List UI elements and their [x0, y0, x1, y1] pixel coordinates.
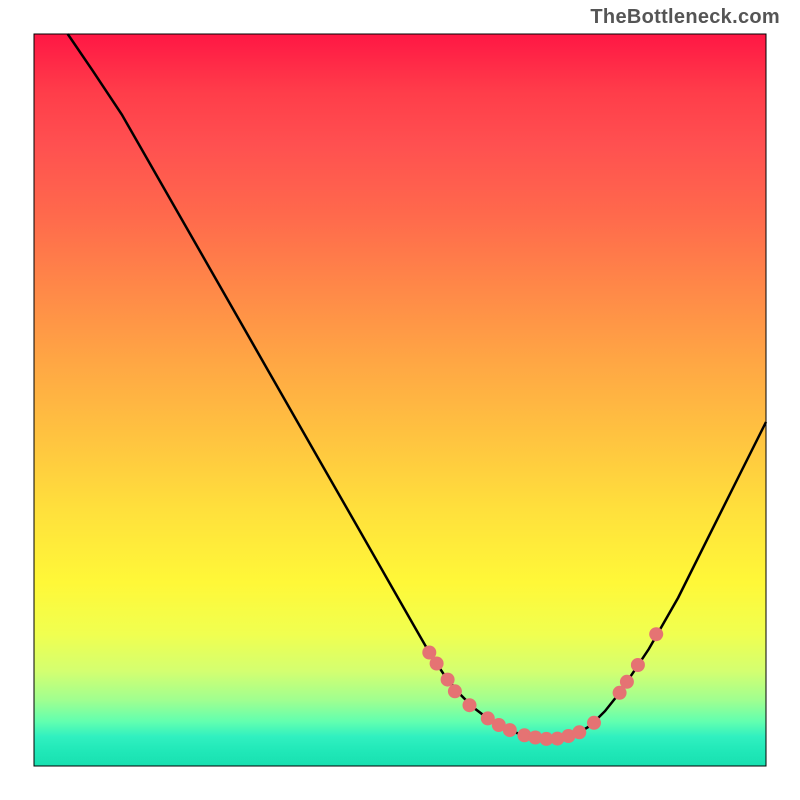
data-dot	[572, 725, 586, 739]
data-dot	[463, 698, 477, 712]
data-dot	[441, 673, 455, 687]
data-dot	[620, 675, 634, 689]
data-dots	[422, 627, 663, 746]
data-dot	[587, 716, 601, 730]
chart-container: TheBottleneck.com	[0, 0, 800, 800]
data-dot	[503, 723, 517, 737]
data-dot	[430, 657, 444, 671]
plot-border	[34, 34, 766, 766]
chart-overlay	[0, 0, 800, 800]
data-dot	[631, 658, 645, 672]
data-dot	[649, 627, 663, 641]
data-dot	[448, 684, 462, 698]
